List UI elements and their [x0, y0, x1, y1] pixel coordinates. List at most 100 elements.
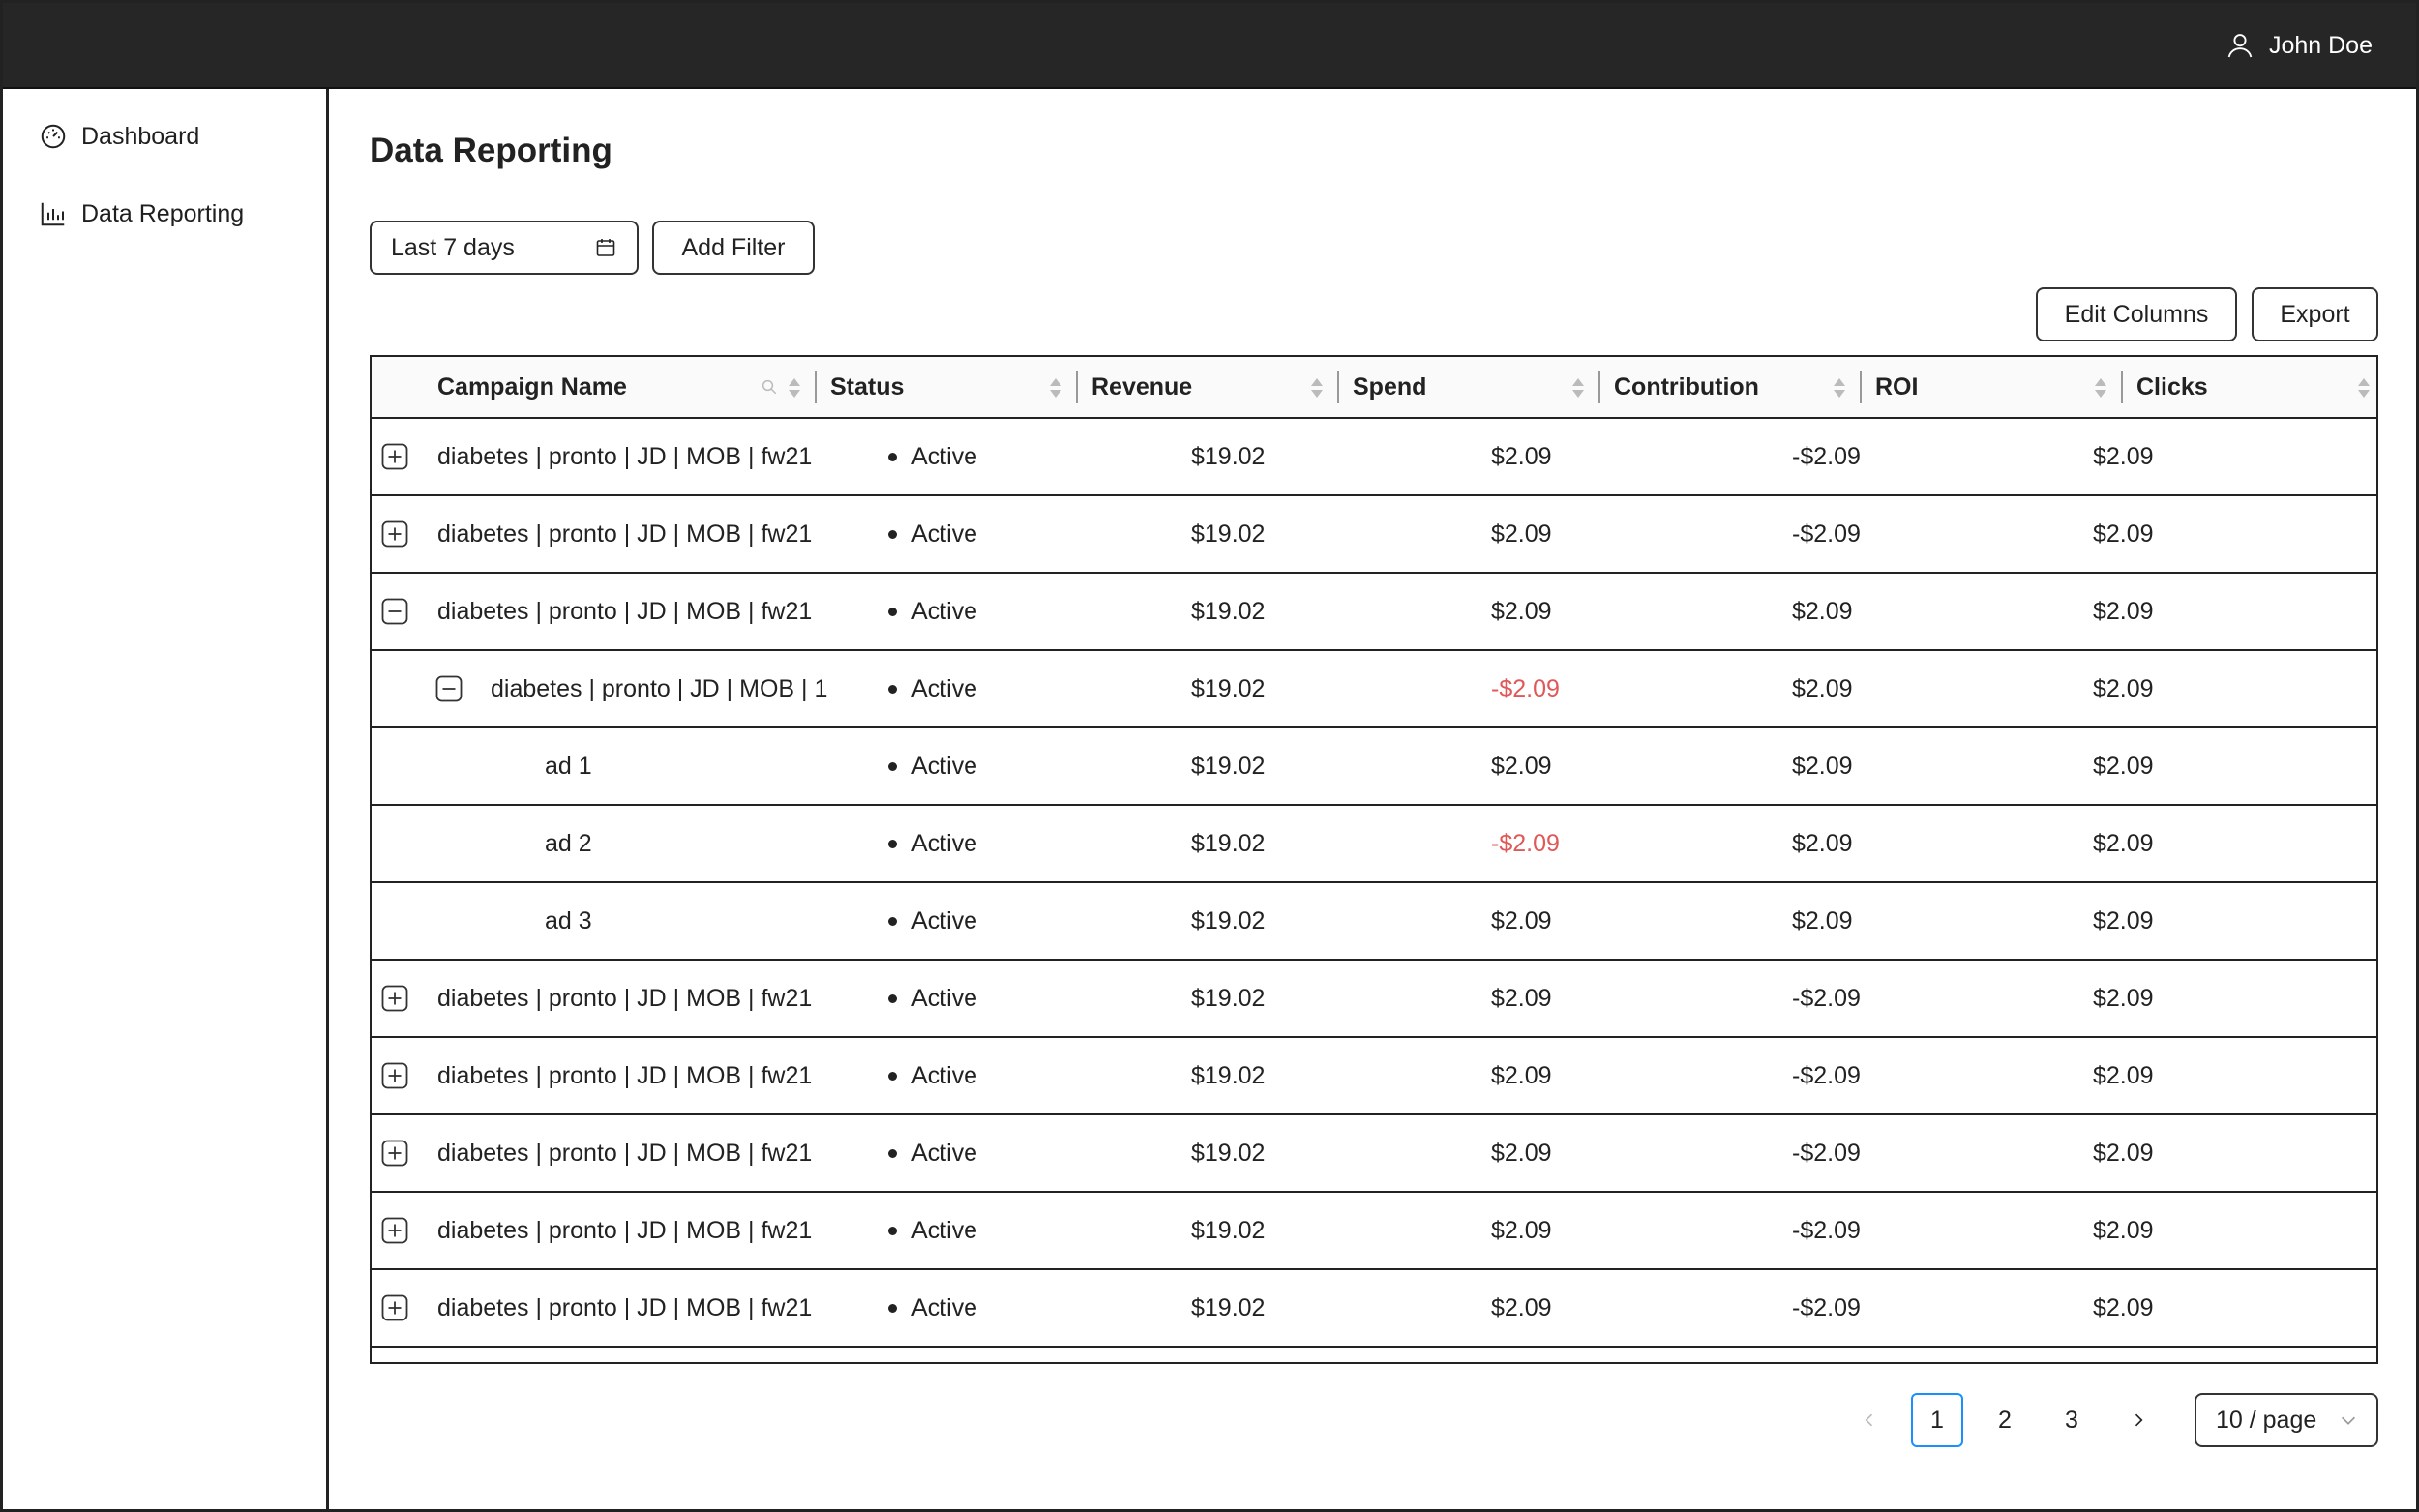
user-menu[interactable]: John Doe [2225, 27, 2373, 64]
export-button[interactable]: Export [2252, 287, 2378, 341]
page-3-button[interactable]: 3 [2046, 1393, 2098, 1447]
status-dot-icon [888, 761, 897, 771]
page-1-button[interactable]: 1 [1911, 1393, 1963, 1447]
user-name: John Doe [2268, 31, 2373, 59]
spend-cell: $2.09 [1491, 1270, 1552, 1346]
expand-row-icon[interactable] [381, 1294, 408, 1321]
table-row[interactable]: diabetes | pronto | JD | MOB | 1 Active $1… [372, 651, 2376, 728]
table-row[interactable]: diabetes | pronto | JD | MOB | fw21 Activ… [372, 419, 2376, 496]
collapse-row-icon[interactable] [435, 675, 463, 702]
date-range-label: Last 7 days [391, 233, 515, 261]
contribution: $2.09 [1792, 752, 1853, 780]
status-dot-icon [888, 916, 897, 926]
sidebar-item-dashboard[interactable]: Dashboard [39, 122, 199, 151]
table-row[interactable]: ad 1 Active $19.02 $2.09 $2.09 $2.09 [372, 728, 2376, 806]
sidebar-item-data-reporting[interactable]: Data Reporting [39, 199, 244, 228]
page-title: Data Reporting [370, 132, 612, 169]
contribution-cell: -$2.09 [1792, 961, 1861, 1036]
campaign-name: diabetes | pronto | JD | MOB | 1 [491, 674, 828, 702]
column-header-contribution[interactable]: Contribution [1600, 357, 1862, 417]
revenue: $19.02 [1191, 1061, 1266, 1089]
revenue-cell: $19.02 [1191, 1038, 1265, 1113]
add-filter-button[interactable]: Add Filter [652, 221, 815, 275]
column-header-clicks[interactable]: Clicks [2123, 357, 2376, 417]
spend: $2.09 [1491, 1139, 1552, 1167]
table-row[interactable]: ad 2 Active $19.02 -$2.09 $2.09 $2.09 [372, 806, 2376, 883]
sort-icon[interactable] [2094, 377, 2107, 399]
prev-page-button[interactable] [1843, 1393, 1896, 1447]
column-header-label: Revenue [1091, 372, 1193, 400]
page-2-button[interactable]: 2 [1979, 1393, 2031, 1447]
spend: $2.09 [1491, 1061, 1552, 1089]
column-header-status[interactable]: Status [817, 357, 1078, 417]
status-label: Active [911, 984, 978, 1012]
revenue-cell: $19.02 [1191, 1115, 1265, 1191]
sort-icon[interactable] [1310, 377, 1324, 399]
page-number: 3 [2065, 1406, 2078, 1434]
column-header-spend[interactable]: Spend [1339, 357, 1600, 417]
table-row[interactable]: diabetes | pronto | JD | MOB | fw21 Activ… [372, 496, 2376, 574]
table-row[interactable]: diabetes | pronto | JD | MOB | fw21 Activ… [372, 1038, 2376, 1115]
table-row[interactable]: ad 3 Active $19.02 $2.09 $2.09 $2.09 [372, 883, 2376, 961]
expand-row-icon[interactable] [381, 1140, 408, 1167]
page-number: 2 [1998, 1406, 2012, 1434]
status-cell: Active [888, 1115, 977, 1191]
revenue: $19.02 [1191, 1293, 1266, 1321]
table-row[interactable]: diabetes | pronto | JD | MOB | fw21 Activ… [372, 1270, 2376, 1348]
sort-icon[interactable] [1571, 377, 1585, 399]
roi: $2.09 [2093, 752, 2154, 780]
spend: $2.09 [1491, 906, 1552, 934]
expand-row-icon[interactable] [381, 520, 408, 548]
roi-cell: $2.09 [2093, 806, 2154, 881]
table-row[interactable]: diabetes | pronto | JD | MOB | fw21 Activ… [372, 1115, 2376, 1193]
table-row[interactable]: diabetes | pronto | JD | MOB | fw21 Activ… [372, 961, 2376, 1038]
campaign-name-cell: diabetes | pronto | JD | MOB | fw21 [437, 496, 812, 572]
edit-columns-button[interactable]: Edit Columns [2036, 287, 2237, 341]
campaign-name: diabetes | pronto | JD | MOB | fw21 [437, 984, 813, 1012]
column-header-label: Contribution [1614, 372, 1759, 400]
roi: $2.09 [2093, 674, 2154, 702]
roi: $2.09 [2093, 1139, 2154, 1167]
revenue: $19.02 [1191, 442, 1266, 470]
search-icon[interactable] [761, 378, 778, 396]
column-header-label: ROI [1875, 372, 1919, 400]
status-dot-icon [888, 993, 897, 1003]
roi: $2.09 [2093, 906, 2154, 934]
collapse-row-icon[interactable] [381, 598, 408, 625]
column-header-campaign-name[interactable]: Campaign Name [372, 357, 817, 417]
status-cell: Active [888, 1038, 977, 1113]
sort-icon[interactable] [1049, 377, 1062, 399]
status-dot-icon [888, 529, 897, 539]
roi-cell: $2.09 [2093, 1038, 2154, 1113]
roi: $2.09 [2093, 597, 2154, 625]
spend: -$2.09 [1491, 829, 1560, 857]
column-header-revenue[interactable]: Revenue [1078, 357, 1339, 417]
sort-icon[interactable] [788, 377, 801, 399]
contribution-cell: -$2.09 [1792, 1115, 1861, 1191]
sort-icon[interactable] [1833, 377, 1846, 399]
roi: $2.09 [2093, 1293, 2154, 1321]
contribution-cell: $2.09 [1792, 728, 1853, 804]
page-size-select[interactable]: 10 / page [2195, 1393, 2378, 1447]
chevron-left-icon [1865, 1413, 1873, 1427]
status-label: Active [911, 829, 978, 857]
expand-row-icon[interactable] [381, 1062, 408, 1089]
table-row[interactable]: diabetes | pronto | JD | MOB | fw21 Activ… [372, 574, 2376, 651]
revenue-cell: $19.02 [1191, 961, 1265, 1036]
spend: $2.09 [1491, 597, 1552, 625]
expand-row-icon[interactable] [381, 443, 408, 470]
sidebar-item-label: Dashboard [81, 122, 200, 150]
sort-icon[interactable] [2357, 377, 2371, 399]
expand-row-icon[interactable] [381, 1217, 408, 1244]
contribution-cell: -$2.09 [1792, 496, 1861, 572]
sidebar-item-label: Data Reporting [81, 199, 245, 227]
column-header-label: Spend [1353, 372, 1427, 400]
next-page-button[interactable] [2112, 1393, 2165, 1447]
column-header-roi[interactable]: ROI [1862, 357, 2123, 417]
date-range-picker[interactable]: Last 7 days [370, 221, 639, 275]
spend: $2.09 [1491, 984, 1552, 1012]
table-row[interactable]: diabetes | pronto | JD | MOB | fw21 Activ… [372, 1193, 2376, 1270]
expand-row-icon[interactable] [381, 985, 408, 1012]
campaign-name-cell: diabetes | pronto | JD | MOB | 1 [491, 651, 827, 726]
revenue: $19.02 [1191, 829, 1266, 857]
